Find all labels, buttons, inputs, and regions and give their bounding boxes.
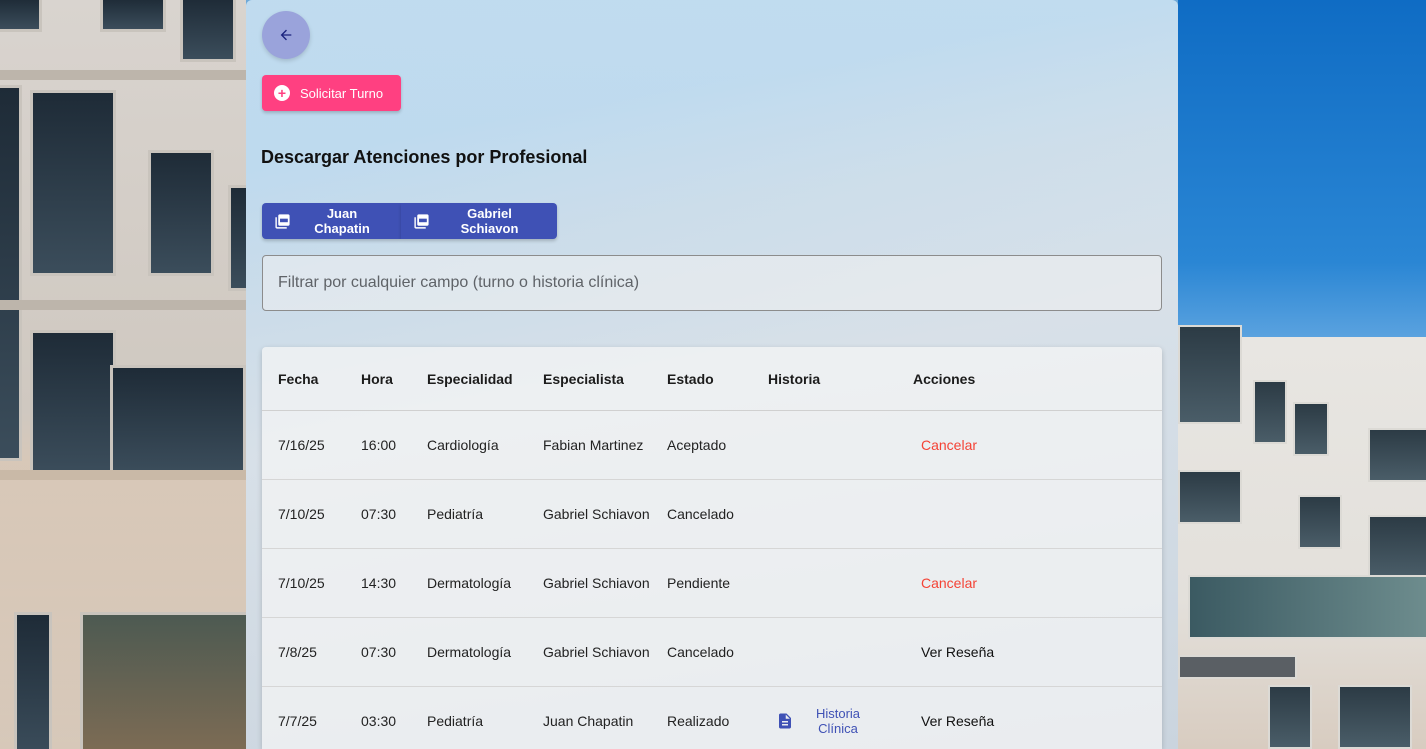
cell-especialidad: Dermatología: [411, 548, 527, 618]
cell-estado: Realizado: [651, 686, 752, 749]
cell-especialista: Fabian Martinez: [527, 410, 651, 480]
cell-especialista: Gabriel Schiavon: [527, 617, 651, 687]
cell-fecha: 7/8/25: [262, 617, 345, 687]
cell-especialista: Gabriel Schiavon: [527, 548, 651, 618]
section-title: Descargar Atenciones por Profesional: [261, 147, 588, 167]
cell-fecha: 7/10/25: [262, 479, 345, 549]
cell-estado: Aceptado: [651, 410, 752, 480]
background-building-left: [0, 0, 246, 749]
ver-resena-button[interactable]: Ver Reseña: [913, 713, 994, 729]
cell-estado: Pendiente: [651, 548, 752, 618]
cell-fecha: 7/10/25: [262, 548, 345, 618]
cell-especialista: Juan Chapatin: [527, 686, 651, 749]
add-circle-icon: +: [274, 85, 290, 101]
header-especialidad[interactable]: Especialidad: [411, 347, 527, 411]
cancelar-button[interactable]: Cancelar: [913, 437, 977, 453]
cell-especialista: Gabriel Schiavon: [527, 479, 651, 549]
back-button[interactable]: [262, 11, 310, 59]
cancelar-button[interactable]: Cancelar: [913, 575, 977, 591]
pdf-download-group: Juan Chapatin Gabriel Schiavon: [262, 203, 557, 239]
turnos-table: Fecha Hora Especialidad Especialista Est…: [262, 347, 1162, 749]
arrow-back-icon: [280, 29, 292, 41]
cell-acciones: Ver Reseña: [897, 686, 1162, 749]
header-especialista[interactable]: Especialista: [527, 347, 651, 411]
download-pdf-gabriel-schiavon-button[interactable]: Gabriel Schiavon: [401, 203, 557, 239]
solicitar-turno-label: Solicitar Turno: [300, 85, 384, 101]
cell-acciones: Cancelar: [897, 410, 1162, 480]
cell-historia: Historia Clínica: [752, 686, 897, 749]
header-hora[interactable]: Hora: [345, 347, 411, 411]
cell-hora: 16:00: [345, 410, 411, 480]
cell-historia: [752, 479, 897, 549]
header-acciones[interactable]: Acciones: [897, 347, 1162, 411]
pdf-button-label: Juan Chapatin: [314, 206, 370, 236]
filter-input[interactable]: [262, 255, 1162, 311]
cell-estado: Cancelado: [651, 617, 752, 687]
table-row: 7/8/25 07:30 Dermatología Gabriel Schiav…: [262, 617, 1162, 687]
cell-hora: 03:30: [345, 686, 411, 749]
historia-clinica-label: Historia Clínica: [815, 706, 861, 736]
cell-historia: [752, 617, 897, 687]
pdf-icon: [274, 213, 291, 230]
cell-acciones: Ver Reseña: [897, 617, 1162, 687]
ver-resena-button[interactable]: Ver Reseña: [913, 644, 994, 660]
cell-especialidad: Dermatología: [411, 617, 527, 687]
pdf-icon: [413, 213, 430, 230]
background-building-right: [1178, 0, 1426, 749]
cell-fecha: 7/7/25: [262, 686, 345, 749]
header-fecha[interactable]: Fecha: [262, 347, 345, 411]
table-row: 7/7/25 03:30 Pediatría Juan Chapatin Rea…: [262, 686, 1162, 749]
solicitar-turno-button[interactable]: + Solicitar Turno: [262, 75, 401, 111]
cell-historia: [752, 548, 897, 618]
cell-hora: 07:30: [345, 479, 411, 549]
cell-especialidad: Pediatría: [411, 479, 527, 549]
pdf-button-label: Gabriel Schiavon: [460, 206, 519, 236]
cell-acciones: Cancelar: [897, 548, 1162, 618]
cell-historia: [752, 410, 897, 480]
cell-fecha: 7/16/25: [262, 410, 345, 480]
table-row: 7/10/25 14:30 Dermatología Gabriel Schia…: [262, 548, 1162, 618]
header-historia[interactable]: Historia: [752, 347, 897, 411]
document-icon: [779, 713, 791, 729]
cell-estado: Cancelado: [651, 479, 752, 549]
historia-clinica-button[interactable]: Historia Clínica: [768, 706, 868, 736]
turnos-table-container: Fecha Hora Especialidad Especialista Est…: [262, 347, 1162, 749]
table-header-row: Fecha Hora Especialidad Especialista Est…: [262, 347, 1162, 411]
main-panel: + Solicitar Turno Descargar Atenciones p…: [246, 0, 1178, 749]
cell-hora: 07:30: [345, 617, 411, 687]
table-row: 7/16/25 16:00 Cardiología Fabian Martine…: [262, 410, 1162, 480]
download-pdf-juan-chapatin-button[interactable]: Juan Chapatin: [262, 203, 401, 239]
cell-especialidad: Pediatría: [411, 686, 527, 749]
cell-especialidad: Cardiología: [411, 410, 527, 480]
cell-acciones: [897, 479, 1162, 549]
header-estado[interactable]: Estado: [651, 347, 752, 411]
cell-hora: 14:30: [345, 548, 411, 618]
table-row: 7/10/25 07:30 Pediatría Gabriel Schiavon…: [262, 479, 1162, 549]
